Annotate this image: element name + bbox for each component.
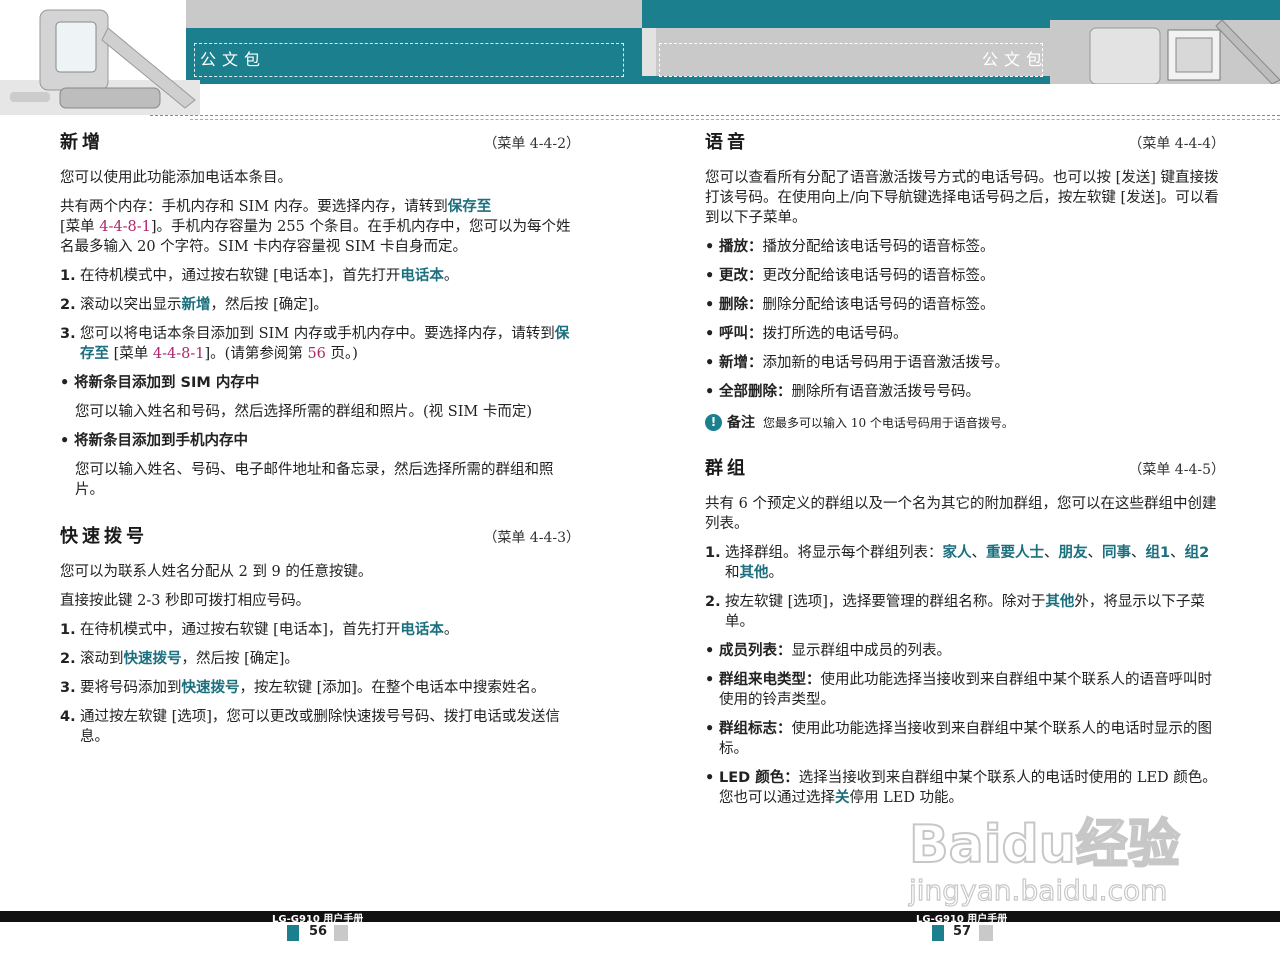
bullet-item: • 更改：更改分配给该电话号码的语音标签。 xyxy=(705,267,995,284)
bullet-item: • 群组来电类型：使用此功能选择当接收到来自群组中某个联系人的语音呼叫时使用的铃声… xyxy=(705,671,1212,708)
header-title-right: 公文包 xyxy=(982,50,1049,69)
header-dashed-rule-2 xyxy=(190,119,1280,120)
menu-ref: （菜单 4-4-5） xyxy=(1128,462,1225,478)
paragraph: 共有两个内存：手机内存和 SIM 内存。要选择内存，请转到保存至 [菜单 4-4-… xyxy=(60,199,571,255)
note-label: 备注 xyxy=(727,415,755,431)
step-item: 1. 在待机模式中，通过按右软键 [电话本]，首先打开电话本。 xyxy=(60,622,459,638)
header-band-gray-left xyxy=(186,0,642,28)
bullet-item: • 成员列表：显示群组中成员的列表。 xyxy=(705,642,951,659)
exclamation-icon: ! xyxy=(705,413,722,431)
watermark-url: jingyan.baidu.com xyxy=(908,874,1167,907)
bullet-item: • 新增：添加新的电话号码用于语音激活拨号。 xyxy=(705,354,1009,371)
step-item: 3. 您可以将电话本条目添加到 SIM 内存或手机内存中。要选择内存，请转到保存至… xyxy=(60,326,570,362)
paragraph: 您可以查看所有分配了语音激活拨号方式的电话号码。也可以按 [发送] 键直接拨打该… xyxy=(705,170,1219,226)
section-header-add: 新增 （菜单 4-4-2） xyxy=(60,128,580,160)
step-item: 2. 滚动以突出显示新增，然后按 [确定]。 xyxy=(60,297,328,313)
bullet-item: • 将新条目添加到手机内存中 xyxy=(60,432,248,449)
menu-ref: （菜单 4-4-3） xyxy=(483,530,580,546)
section-title: 新增 xyxy=(60,132,104,153)
step-item: 3. 要将号码添加到快速拨号，按左软键 [添加]。在整个电话本中搜索姓名。 xyxy=(60,680,546,696)
header-dashed-rule xyxy=(150,115,1280,116)
footer-model-left: LG-G910 用户手册 xyxy=(272,914,364,925)
step-item: 2. 滚动到快速拨号，然后按 [确定]。 xyxy=(60,651,299,667)
step-item: 4. 通过按左软键 [选项]，您可以更改或删除快速拨号号码、拨打电话或发送信息。 xyxy=(60,709,560,745)
section-header-voice: 语音 （菜单 4-4-4） xyxy=(705,128,1225,160)
section-header-speed-dial: 快速拨号 （菜单 4-4-3） xyxy=(60,522,580,554)
step-item: 1. 在待机模式中，通过按右软键 [电话本]，首先打开电话本。 xyxy=(60,268,459,284)
menu-ref: （菜单 4-4-4） xyxy=(1128,136,1225,152)
phone-accessory-illustration xyxy=(1050,20,1280,84)
bullet-item: • 删除：删除分配给该电话号码的语音标签。 xyxy=(705,296,995,313)
page-number-left: 56 xyxy=(308,924,328,939)
paragraph: 共有 6 个预定义的群组以及一个名为其它的附加群组，您可以在这些群组中创建列表。 xyxy=(705,496,1217,532)
section-title: 语音 xyxy=(705,132,749,153)
paragraph: 您可以为联系人姓名分配从 2 到 9 的任意按键。 xyxy=(60,564,373,580)
page-marker-right xyxy=(932,925,944,941)
baidu-jingyan-watermark: Baidu经验 jingyan.baidu.com xyxy=(907,814,1180,908)
page-marker-left xyxy=(287,925,299,941)
menu-ref: （菜单 4-4-2） xyxy=(483,136,580,152)
bullet-item: • 播放：播放分配给该电话号码的语音标签。 xyxy=(705,238,995,255)
header-title-left: 公文包 xyxy=(200,50,267,69)
paragraph: 直接按此键 2-3 秒即可拨打相应号码。 xyxy=(60,593,311,609)
page-marker-gray-right xyxy=(979,925,993,941)
bullet-detail: 您可以输入姓名和号码，然后选择所需的群组和照片。(视 SIM 卡而定) xyxy=(75,404,533,420)
section-title: 群组 xyxy=(705,458,749,479)
flip-phone-illustration xyxy=(0,9,200,115)
paragraph: 您可以使用此功能添加电话本条目。 xyxy=(60,170,292,186)
step-item: 1. 选择群组。将显示每个群组列表：家人、重要人士、朋友、同事、组1、组2 和其他… xyxy=(705,545,1210,581)
right-page: 语音 （菜单 4-4-4） 您可以查看所有分配了语音激活拨号方式的电话号码。也可… xyxy=(705,128,1225,808)
bullet-item: • 将新条目添加到 SIM 内存中 xyxy=(60,374,260,391)
footer-model-right: LG-G910 用户手册 xyxy=(916,914,1008,925)
step-item: 2. 按左软键 [选项]，选择要管理的群组名称。除对于其他外，将显示以下子菜单。 xyxy=(705,594,1205,630)
watermark-brand: Baidu经验 xyxy=(909,815,1180,875)
bullet-item: • 群组标志：使用此功能选择当接收到来自群组中某个联系人的电话时显示的图标。 xyxy=(705,720,1212,757)
section-title: 快速拨号 xyxy=(60,526,148,547)
page-marker-gray-left xyxy=(334,925,348,941)
bullet-item: • 呼叫：拨打所选的电话号码。 xyxy=(705,325,908,342)
note-text: 您最多可以输入 10 个电话号码用于语音拨号。 xyxy=(763,415,1014,430)
section-header-group: 群组 （菜单 4-4-5） xyxy=(705,454,1225,486)
page-number-right: 57 xyxy=(952,924,972,939)
left-page: 新增 （菜单 4-4-2） 您可以使用此功能添加电话本条目。 共有两个内存：手机… xyxy=(60,128,580,747)
footer-bar xyxy=(0,911,1280,922)
bullet-item: • 全部删除：删除所有语音激活拨号号码。 xyxy=(705,383,980,400)
note: ! 备注 您最多可以输入 10 个电话号码用于语音拨号。 xyxy=(705,412,1225,432)
bullet-detail: 您可以输入姓名、号码、电子邮件地址和备忘录，然后选择所需的群组和照片。 xyxy=(75,462,554,498)
